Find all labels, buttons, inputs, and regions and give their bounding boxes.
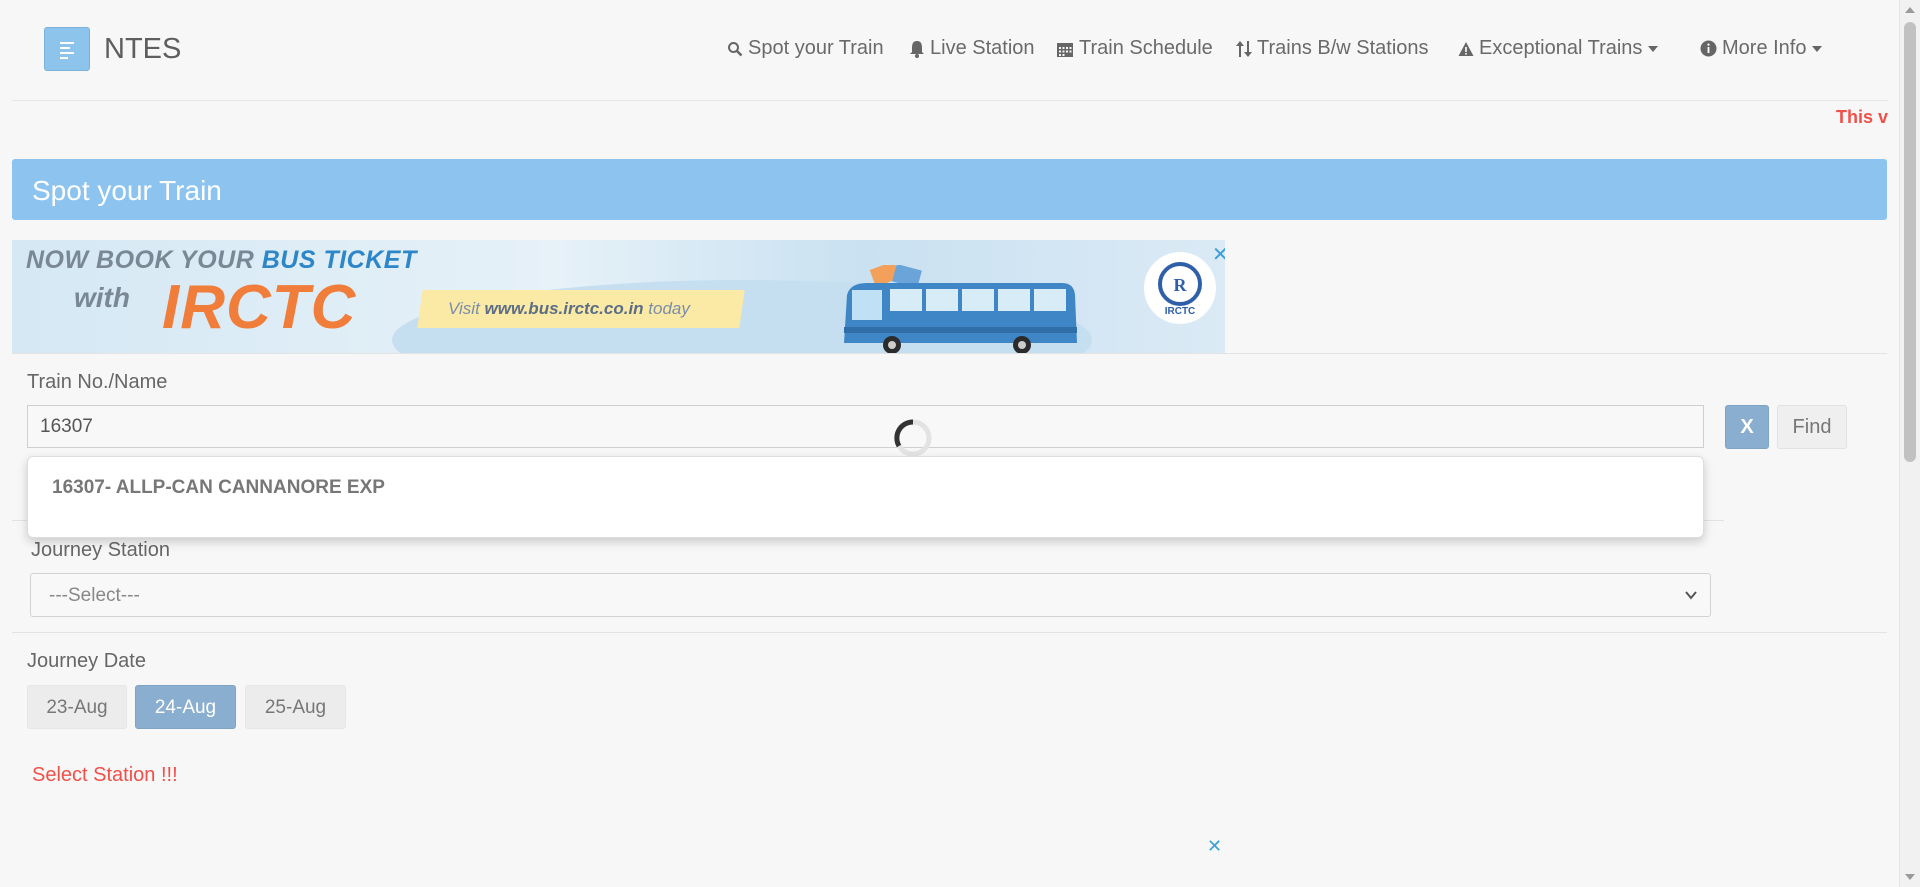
chevron-down-icon bbox=[1812, 45, 1823, 52]
updown-arrows-icon bbox=[1236, 40, 1252, 57]
marquee-notice: This v bbox=[1835, 107, 1888, 127]
divider bbox=[12, 353, 1887, 354]
clear-button[interactable]: X bbox=[1725, 405, 1769, 449]
ad-with-text: with bbox=[74, 282, 130, 313]
select-value: ---Select--- bbox=[49, 585, 140, 606]
page-scrollbar[interactable] bbox=[1899, 0, 1920, 887]
page-title: Spot your Train bbox=[32, 175, 222, 206]
scrollbar-thumb[interactable] bbox=[1904, 22, 1916, 462]
scroll-up-arrow-icon[interactable] bbox=[1905, 7, 1915, 13]
journey-station-label: Journey Station bbox=[31, 539, 170, 561]
divider bbox=[12, 632, 1887, 633]
journey-date-label: Journey Date bbox=[27, 650, 146, 672]
close-icon[interactable]: ✕ bbox=[1207, 836, 1222, 857]
warning-icon bbox=[1458, 41, 1474, 56]
nav-exceptional-trains[interactable]: Exceptional Trains bbox=[1458, 37, 1659, 60]
nav-spot-your-train[interactable]: Spot your Train bbox=[727, 37, 884, 60]
train-number-input[interactable] bbox=[27, 405, 1704, 448]
brand-name[interactable]: NTES bbox=[104, 33, 181, 66]
nav-trains-between-stations[interactable]: Trains B/w Stations bbox=[1236, 37, 1429, 60]
nav-train-schedule[interactable]: Train Schedule bbox=[1056, 37, 1213, 60]
nav-label: Trains B/w Stations bbox=[1257, 37, 1429, 59]
ad-headline: NOW BOOK YOUR BUS TICKET bbox=[26, 246, 417, 274]
menu-toggle-button[interactable] bbox=[44, 27, 90, 71]
date-button-23-aug[interactable]: 23-Aug bbox=[27, 685, 127, 729]
ad-irctc-text: IRCTC bbox=[162, 273, 357, 342]
chevron-down-icon bbox=[1685, 591, 1697, 600]
journey-station-select[interactable]: ---Select--- bbox=[30, 573, 1711, 617]
nav-label: More Info bbox=[1722, 37, 1807, 59]
calendar-icon bbox=[1057, 42, 1073, 57]
date-button-24-aug-selected[interactable]: 24-Aug bbox=[135, 685, 236, 729]
bell-icon bbox=[910, 40, 924, 58]
svg-text:R: R bbox=[1174, 275, 1188, 295]
irctc-logo: R IRCTC bbox=[1144, 252, 1216, 324]
page-title-bar: Spot your Train bbox=[12, 159, 1887, 220]
close-icon[interactable]: ✕ bbox=[1212, 242, 1225, 267]
nav-label: Train Schedule bbox=[1079, 37, 1213, 59]
select-station-warning: Select Station !!! bbox=[32, 764, 178, 786]
nav-label: Live Station bbox=[930, 37, 1035, 59]
chevron-down-icon bbox=[1648, 45, 1659, 52]
bus-ticket-ad-banner[interactable]: NOW BOOK YOUR BUS TICKET with IRCTC Visi… bbox=[12, 240, 1225, 353]
ad-visit-text: Visit www.bus.irctc.co.in today bbox=[448, 299, 690, 318]
nav-label: Spot your Train bbox=[748, 37, 884, 59]
info-icon bbox=[1700, 40, 1717, 57]
train-suggestion-dropdown: 16307- ALLP-CAN CANNANORE EXP bbox=[27, 456, 1704, 538]
find-button[interactable]: Find bbox=[1777, 405, 1847, 449]
search-icon bbox=[728, 41, 743, 56]
nav-more-info[interactable]: More Info bbox=[1700, 37, 1823, 60]
date-button-25-aug[interactable]: 25-Aug bbox=[245, 685, 346, 729]
nav-live-station[interactable]: Live Station bbox=[909, 37, 1035, 60]
bus-illustration bbox=[844, 265, 1077, 353]
loading-spinner-icon bbox=[894, 419, 932, 457]
train-field-label: Train No./Name bbox=[27, 371, 168, 393]
scroll-down-arrow-icon[interactable] bbox=[1905, 874, 1915, 880]
svg-text:IRCTC: IRCTC bbox=[1165, 306, 1196, 317]
suggestion-item[interactable]: 16307- ALLP-CAN CANNANORE EXP bbox=[52, 477, 385, 499]
nav-label: Exceptional Trains bbox=[1479, 37, 1643, 59]
